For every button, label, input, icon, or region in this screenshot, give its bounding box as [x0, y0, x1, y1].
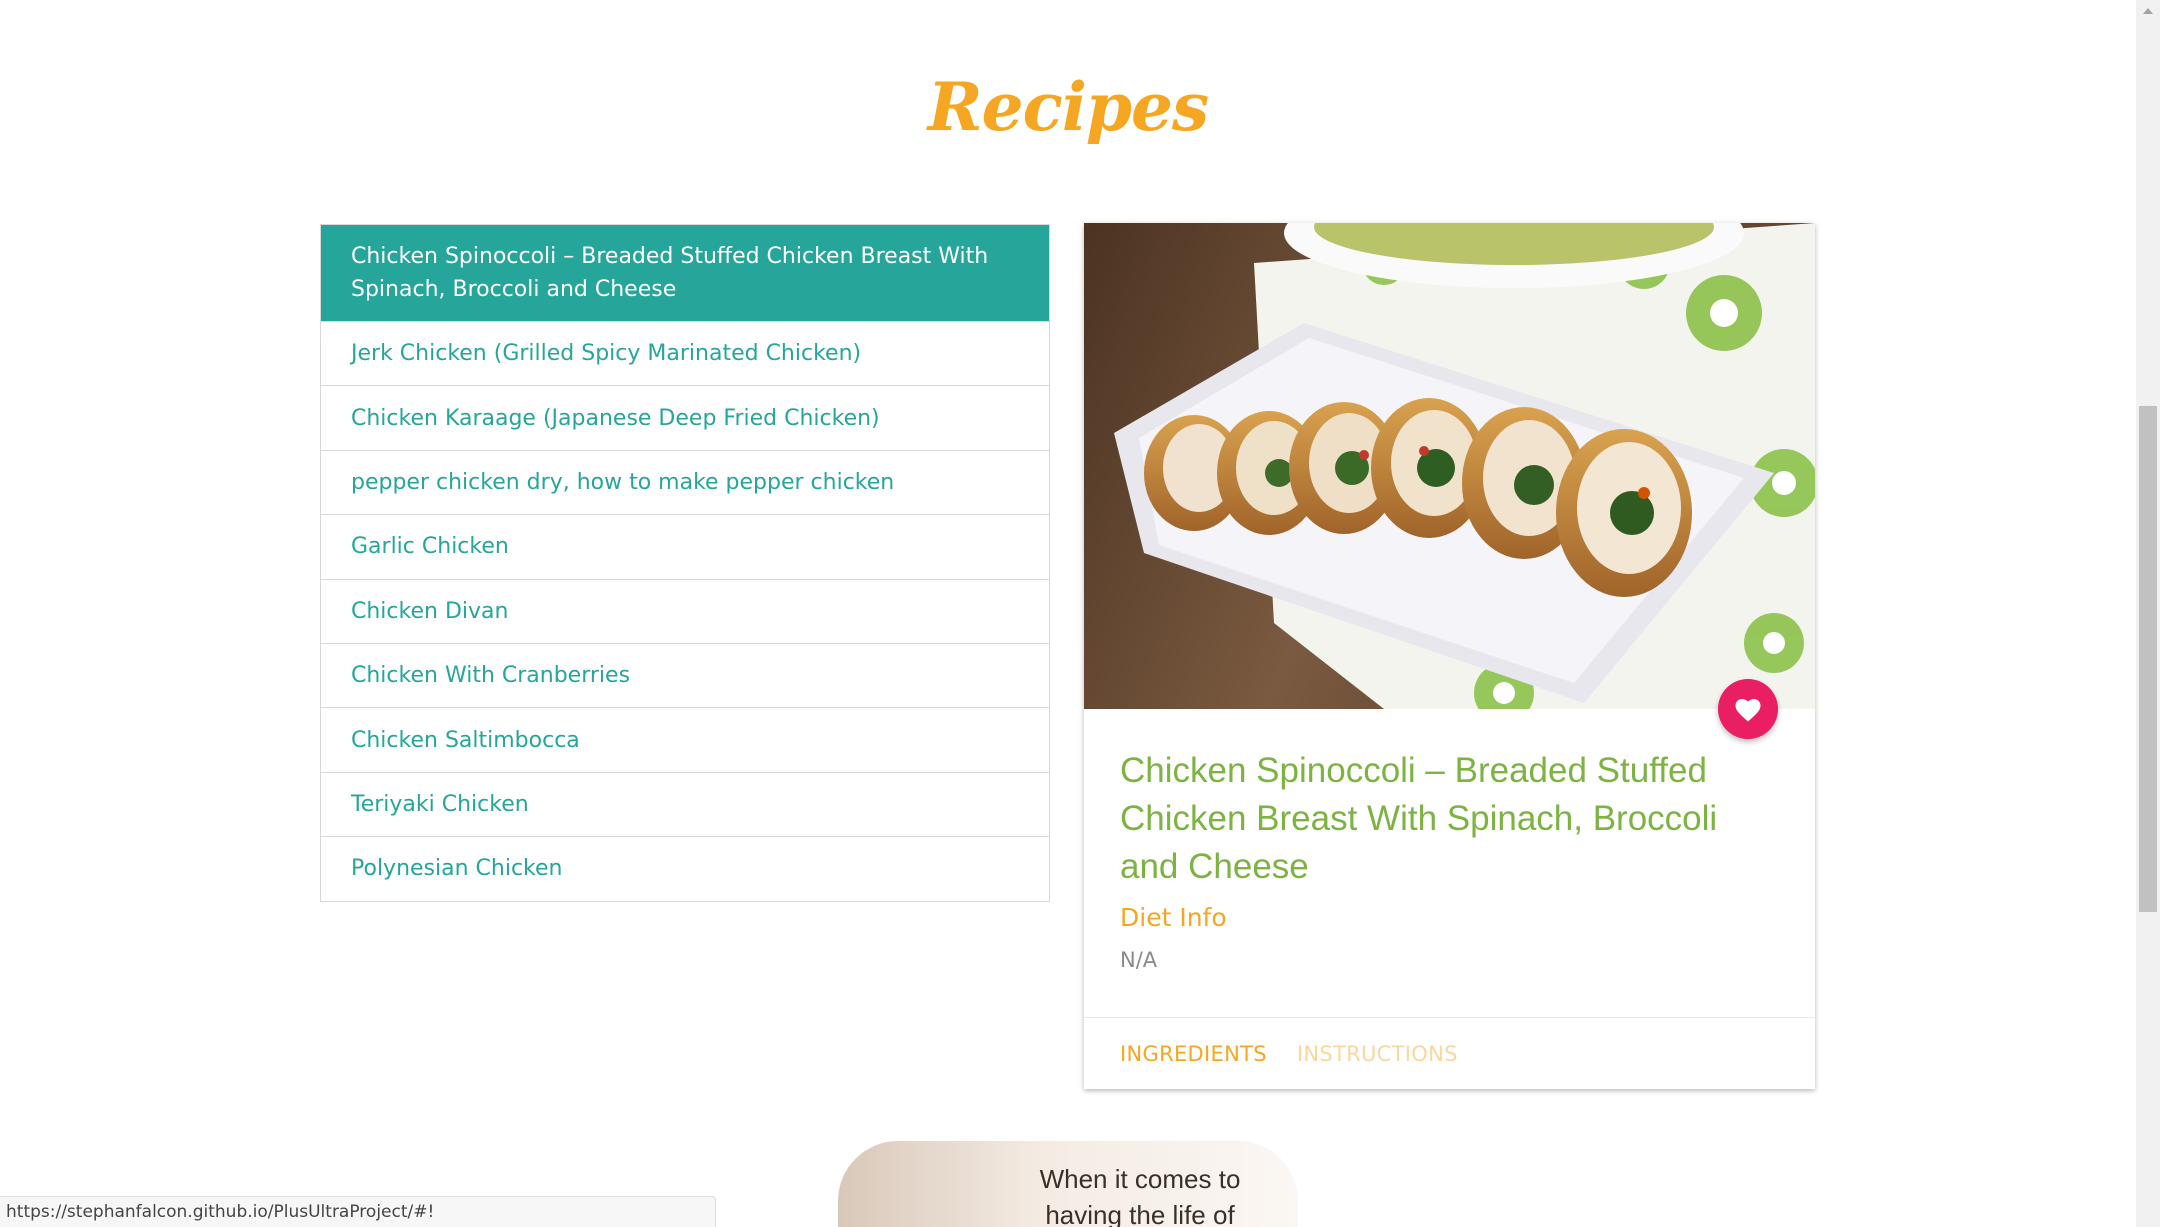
recipe-title: Chicken Spinoccoli – Breaded Stuffed Chi… [1120, 751, 1718, 886]
recipe-list-item[interactable]: Chicken Spinoccoli – Breaded Stuffed Chi… [321, 225, 1049, 321]
diet-info-label: Diet Info [1120, 903, 1227, 932]
banner-text: When it comes to having the life of [1020, 1161, 1260, 1227]
recipe-list-item[interactable]: pepper chicken dry, how to make pepper c… [321, 449, 1049, 514]
status-bar-url: https://stephanfalcon.github.io/PlusUltr… [0, 1196, 716, 1227]
recipe-list-item[interactable]: Chicken With Cranberries [321, 642, 1049, 707]
recipe-list-item[interactable]: Jerk Chicken (Grilled Spicy Marinated Ch… [321, 321, 1049, 385]
recipe-image [1084, 223, 1815, 709]
heart-icon [1733, 695, 1763, 723]
tab-instructions[interactable]: INSTRUCTIONS [1297, 1042, 1458, 1066]
recipe-list-item[interactable]: Chicken Saltimbocca [321, 707, 1049, 771]
recipe-detail-card: Chicken Spinoccoli – Breaded Stuffed Chi… [1084, 223, 1815, 1089]
recipe-list-item[interactable]: Chicken Divan [321, 578, 1049, 643]
tab-ingredients[interactable]: INGREDIENTS [1120, 1042, 1267, 1066]
diet-info-value: N/A [1120, 948, 1158, 972]
card-tabs: INGREDIENTS INSTRUCTIONS [1084, 1017, 1815, 1089]
page: Recipes Chicken Spinoccoli – Breaded Stu… [0, 0, 2160, 1227]
favorite-button[interactable] [1718, 679, 1778, 739]
vertical-scrollbar[interactable] [2136, 0, 2160, 1227]
page-title: Recipes [927, 68, 1209, 146]
scroll-up-icon[interactable] [2143, 8, 2153, 14]
banner-line: having the life of [1045, 1200, 1235, 1227]
recipe-list-item[interactable]: Teriyaki Chicken [321, 771, 1049, 836]
recipe-list-item[interactable]: Chicken Karaage (Japanese Deep Fried Chi… [321, 385, 1049, 449]
banner-line: When it comes to [1039, 1164, 1241, 1194]
recipe-list-item[interactable]: Polynesian Chicken [321, 836, 1049, 900]
promo-banner: When it comes to having the life of [838, 1141, 1298, 1227]
scrollbar-thumb[interactable] [2139, 406, 2157, 912]
recipe-list: Chicken Spinoccoli – Breaded Stuffed Chi… [320, 224, 1050, 902]
recipe-list-item[interactable]: Garlic Chicken [321, 514, 1049, 578]
